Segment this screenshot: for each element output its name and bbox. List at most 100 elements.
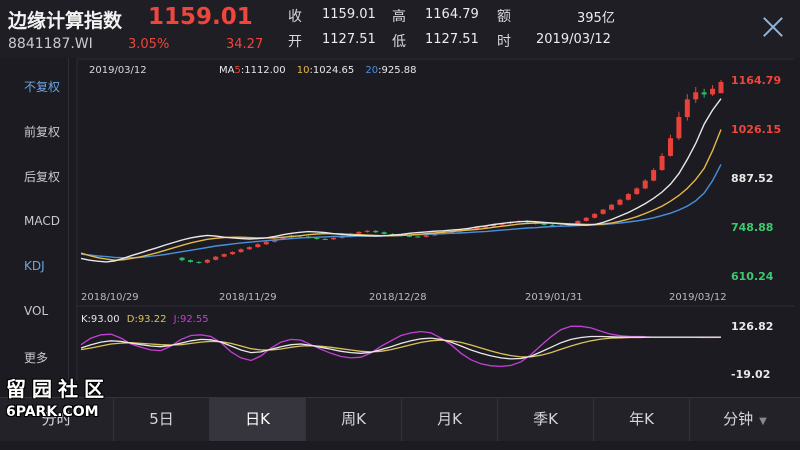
chevron-down-icon: ▼ <box>759 416 767 427</box>
x-axis-label: 2019/03/12 <box>669 292 727 303</box>
candle-body <box>179 257 185 261</box>
tab-minute[interactable]: 分钟 ▼ <box>690 398 800 441</box>
kdj-d-value: D:93.22 <box>127 314 167 325</box>
tab-quarterly-k-label: 季K <box>533 410 558 428</box>
candle-body <box>667 138 673 156</box>
tab-weekly-k-label: 周K <box>341 410 366 428</box>
candle-body <box>592 213 598 218</box>
amount-value: 395亿 <box>577 11 615 26</box>
open-value: 1127.51 <box>322 32 376 47</box>
tab-yearly-k[interactable]: 年K <box>594 398 690 441</box>
candle-body <box>263 241 269 245</box>
sidebar-item-vol[interactable]: VOL <box>0 304 68 318</box>
sidebar-item-no-adjust[interactable]: 不复权 <box>0 78 68 95</box>
x-axis-labels: 2018/10/29 2018/11/29 2018/12/28 2019/01/31… <box>81 292 727 303</box>
high-label: 高 <box>392 9 406 25</box>
kdj-axis-label: 126.82 <box>731 320 773 333</box>
price-axis-label: 1026.15 <box>731 123 781 136</box>
sidebar-item-kdj[interactable]: KDJ <box>0 259 68 273</box>
candle-body <box>314 237 320 239</box>
candle-body <box>204 259 210 263</box>
ma-lines <box>80 98 722 263</box>
tab-5day[interactable]: 5日 <box>114 398 210 441</box>
tab-intraday[interactable]: 分时 <box>0 398 114 441</box>
kdj-lines <box>80 325 722 368</box>
candle-body <box>609 204 615 210</box>
candle-body <box>373 230 379 233</box>
price-axis-label: 1164.79 <box>731 74 781 87</box>
candle-body <box>415 236 421 238</box>
ma20-value: :925.88 <box>378 65 416 76</box>
kline-chart-svg: 2019/03/12 MA5:1112.00 10:1024.65 20:925… <box>76 58 794 381</box>
kdj-axis-label: -19.02 <box>731 368 770 380</box>
candle-body <box>364 230 370 232</box>
kdj-j-value: J:92.55 <box>173 314 209 325</box>
candle-body <box>238 249 244 253</box>
candle-body <box>583 217 589 221</box>
tab-daily-k[interactable]: 日K <box>210 398 306 441</box>
candle-body <box>381 232 387 235</box>
candle-body <box>718 82 724 94</box>
candle-body <box>406 235 412 237</box>
sidebar-item-backward-adjust[interactable]: 后复权 <box>0 168 68 185</box>
change-percent: 3.05% <box>128 37 170 52</box>
ma5-prefix: MA <box>219 65 235 76</box>
tab-monthly-k[interactable]: 月K <box>402 398 498 441</box>
candle-body <box>550 224 556 226</box>
high-value: 1164.79 <box>425 7 479 22</box>
close-icon[interactable] <box>760 14 786 40</box>
time-value: 2019/03/12 <box>536 32 611 47</box>
ma10-value: :1024.65 <box>310 65 355 76</box>
candle-body <box>246 247 252 250</box>
candle-body <box>221 254 227 257</box>
kdj-legend: K:93.00 D:93.22 J:92.55 <box>81 314 209 325</box>
candle-body <box>642 180 648 189</box>
candle-body <box>710 88 716 95</box>
low-label: 低 <box>392 34 406 50</box>
sidebar-item-macd[interactable]: MACD <box>0 214 68 228</box>
candle-body <box>617 199 623 205</box>
ma20-line <box>80 164 722 259</box>
candle-body <box>196 261 202 263</box>
ma10-period: 10 <box>297 65 310 76</box>
chart-date-label: 2019/03/12 <box>89 65 147 76</box>
tab-monthly-k-label: 月K <box>437 410 462 428</box>
price-axis-label: 887.52 <box>731 172 773 185</box>
candle-body <box>331 237 337 240</box>
kline-chart[interactable]: 2019/03/12 MA5:1112.00 10:1024.65 20:925… <box>69 58 800 381</box>
quote-header: 边缘计算指数 1159.01 8841187.WI 3.05% 34.27 收 … <box>0 0 800 58</box>
ma5-value: :1112.00 <box>241 65 286 76</box>
current-price: 1159.01 <box>148 4 253 30</box>
tab-weekly-k[interactable]: 周K <box>306 398 402 441</box>
price-axis-label: 610.24 <box>731 270 774 283</box>
candle-body <box>187 260 193 262</box>
candle-body <box>322 238 328 240</box>
candles <box>179 80 724 264</box>
tab-5day-label: 5日 <box>149 410 174 428</box>
candle-body <box>676 117 682 139</box>
ma10-line <box>80 129 722 261</box>
x-axis-label: 2018/11/29 <box>219 292 277 303</box>
ma20-period: 20 <box>365 65 378 76</box>
ma5-line <box>80 98 722 263</box>
tab-daily-k-label: 日K <box>245 410 270 428</box>
tab-yearly-k-label: 年K <box>629 410 654 428</box>
x-axis-label: 2018/10/29 <box>81 292 139 303</box>
sidebar-item-more[interactable]: 更多 <box>0 349 68 366</box>
ma-legend: MA5:1112.00 10:1024.65 20:925.88 <box>219 65 417 76</box>
candle-body <box>634 188 640 195</box>
candle-body <box>230 252 236 255</box>
amount-label: 额 <box>497 9 511 25</box>
candle-body <box>600 209 606 214</box>
index-code: 8841187.WI <box>8 36 93 52</box>
candle-body <box>356 231 362 234</box>
index-title: 边缘计算指数 <box>8 10 123 32</box>
close-label: 收 <box>288 9 302 25</box>
low-value: 1127.51 <box>425 32 479 47</box>
time-label: 时 <box>497 34 511 50</box>
tab-quarterly-k[interactable]: 季K <box>498 398 594 441</box>
sidebar-item-forward-adjust[interactable]: 前复权 <box>0 123 68 140</box>
candle-body <box>625 194 631 200</box>
change-amount: 34.27 <box>226 37 264 52</box>
candle-body <box>651 170 657 181</box>
